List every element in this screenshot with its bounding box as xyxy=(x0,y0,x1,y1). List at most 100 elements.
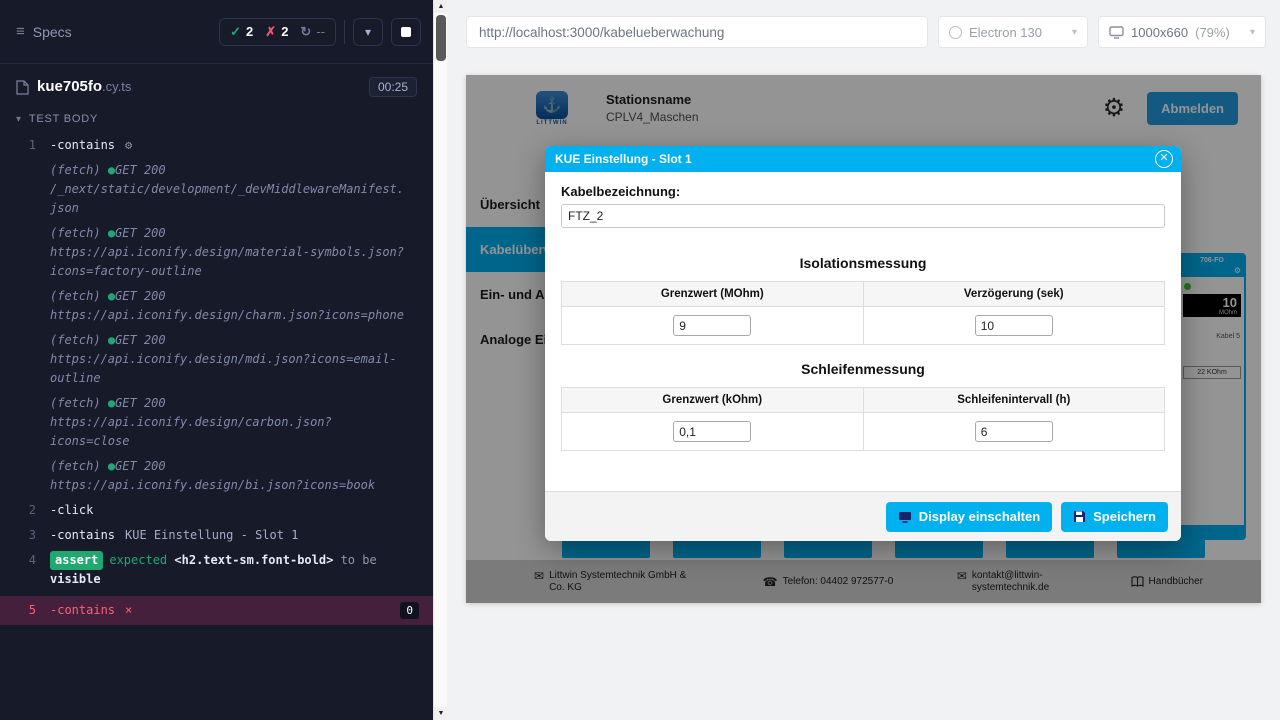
loop-intervall-input[interactable] xyxy=(975,421,1053,442)
assert-badge: assert xyxy=(50,551,103,570)
log-row-fetch[interactable]: (fetch) ●GET 200 https://api.iconify.des… xyxy=(0,454,433,498)
loop-grenzwert-input[interactable] xyxy=(673,421,751,442)
reporter-header: ≡ Specs ✓2 ✗2 ↻-- ▾ xyxy=(0,0,433,64)
assert-element: <h2.text-sm.font-bold> xyxy=(174,553,333,567)
fetch-status: GET 200 xyxy=(115,459,166,473)
section-label: TEST BODY xyxy=(29,113,98,125)
retry-count-badge: 0 xyxy=(400,602,419,619)
test-stats: ✓2 ✗2 ↻-- xyxy=(219,18,336,46)
collapse-button[interactable]: ▾ xyxy=(353,18,383,46)
specs-list-icon: ≡ xyxy=(16,23,25,40)
fetch-url: https://api.iconify.design/charm.json?ic… xyxy=(50,306,405,325)
floppy-save-icon xyxy=(1073,510,1086,523)
log-row-fetch[interactable]: (fetch) ●GET 200 https://api.iconify.des… xyxy=(0,284,433,328)
cypress-reporter: ≡ Specs ✓2 ✗2 ↻-- ▾ kue705fo.cy.ts 00:25… xyxy=(0,0,433,720)
iso-grenzwert-input[interactable] xyxy=(673,315,751,336)
modal-title: KUE Einstellung - Slot 1 xyxy=(555,152,692,166)
fetch-tag: (fetch) xyxy=(50,289,101,303)
log-row-fetch[interactable]: (fetch) ●GET 200 https://api.iconify.des… xyxy=(0,391,433,454)
command-contains-failed: -contains xyxy=(50,601,115,620)
log-row-contains-1[interactable]: 1 -contains ⚙ xyxy=(0,133,433,158)
spec-row[interactable]: kue705fo.cy.ts 00:25 xyxy=(0,64,433,105)
assert-middle: to be xyxy=(341,553,377,567)
fetch-tag: (fetch) xyxy=(50,333,101,347)
viewport-zoom: (79%) xyxy=(1195,25,1230,40)
line-number: 2 xyxy=(0,501,50,520)
status-dot-icon: ● xyxy=(108,333,115,347)
chevron-down-icon: ▾ xyxy=(1072,27,1077,38)
scroll-down-icon[interactable]: ▼ xyxy=(434,707,448,720)
test-body-section[interactable]: ▾ TEST BODY xyxy=(0,105,433,131)
log-row-contains-3[interactable]: 3 -containsKUE Einstellung - Slot 1 xyxy=(0,523,433,548)
loop-heading: Schleifenmessung xyxy=(561,361,1165,377)
spec-extension: .cy.ts xyxy=(102,79,131,94)
fetch-tag: (fetch) xyxy=(50,459,101,473)
stat-pending: ↻-- xyxy=(300,24,325,40)
modal-header: KUE Einstellung - Slot 1 ✕ xyxy=(545,146,1181,172)
fetch-status: GET 200 xyxy=(115,333,166,347)
iso-col-grenzwert: Grenzwert (MOhm) xyxy=(562,282,864,307)
line-number: 3 xyxy=(0,526,50,545)
log-row-assert[interactable]: 4 assertexpected <h2.text-sm.font-bold> … xyxy=(0,548,433,592)
log-row-fetch[interactable]: (fetch) ●GET 200 /_next/static/developme… xyxy=(0,158,433,221)
scroll-up-icon[interactable]: ▲ xyxy=(434,0,448,13)
loop-col-intervall: Schleifenintervall (h) xyxy=(863,388,1165,413)
line-number: 4 xyxy=(0,551,50,589)
kue-settings-modal: KUE Einstellung - Slot 1 ✕ Kabelbezeichn… xyxy=(545,146,1181,541)
line-number: 5 xyxy=(0,601,50,620)
runner-topbar: Electron 130 ▾ 1000x660 (79%) ▾ xyxy=(447,0,1280,64)
iso-col-verzoegerung: Verzögerung (sek) xyxy=(863,282,1165,307)
browser-icon xyxy=(949,26,962,39)
specs-menu[interactable]: ≡ Specs xyxy=(16,23,72,40)
duration-badge: 00:25 xyxy=(369,77,417,97)
log-row-fetch[interactable]: (fetch) ●GET 200 https://api.iconify.des… xyxy=(0,221,433,284)
reporter-scrollbar[interactable]: ▲ ▼ xyxy=(433,0,447,720)
command-log: 1 -contains⚙ (fetch) ●GET 200 /_next/sta… xyxy=(0,131,433,720)
spec-name: kue705fo xyxy=(37,78,102,95)
command-click: -click xyxy=(50,503,93,517)
specs-label: Specs xyxy=(33,24,72,40)
fetch-status: GET 200 xyxy=(115,396,166,410)
cable-designation-input[interactable] xyxy=(561,204,1165,228)
command-argument: KUE Einstellung - Slot 1 xyxy=(125,528,298,542)
chevron-down-icon: ▾ xyxy=(365,25,371,39)
log-row-click[interactable]: 2 -click xyxy=(0,498,433,523)
status-dot-icon: ● xyxy=(108,163,115,177)
isolation-table: Grenzwert (MOhm) Verzögerung (sek) xyxy=(561,281,1165,345)
status-dot-icon: ● xyxy=(108,396,115,410)
status-dot-icon: ● xyxy=(108,289,115,303)
isolation-heading: Isolationsmessung xyxy=(561,255,1165,271)
assert-state: visible xyxy=(50,572,101,586)
fetch-url: /_next/static/development/_devMiddleware… xyxy=(50,180,405,218)
fetch-url: https://api.iconify.design/carbon.json?i… xyxy=(50,413,405,451)
aut-panel: Electron 130 ▾ 1000x660 (79%) ▾ ⚓ LITTWI… xyxy=(447,0,1280,720)
iso-verzoegerung-input[interactable] xyxy=(975,315,1053,336)
viewport-size: 1000x660 xyxy=(1131,25,1188,40)
save-button[interactable]: Speichern xyxy=(1061,502,1168,532)
cable-designation-label: Kabelbezeichnung: xyxy=(561,184,1165,199)
display-on-button[interactable]: Display einschalten xyxy=(886,502,1052,532)
fetch-status: GET 200 xyxy=(115,163,166,177)
gear-icon: ⚙ xyxy=(125,138,132,152)
loop-col-grenzwert: Grenzwert (kOhm) xyxy=(562,388,864,413)
fetch-tag: (fetch) xyxy=(50,226,101,240)
fetch-status: GET 200 xyxy=(115,289,166,303)
scrollbar-thumb[interactable] xyxy=(436,15,446,61)
line-number: 1 xyxy=(0,136,50,155)
fetch-url: https://api.iconify.design/mdi.json?icon… xyxy=(50,350,405,388)
fail-x-icon: × xyxy=(125,601,132,620)
fetch-tag: (fetch) xyxy=(50,163,101,177)
log-row-contains-failed[interactable]: 5 -contains × 0 xyxy=(0,596,433,625)
viewport-select[interactable]: 1000x660 (79%) ▾ xyxy=(1098,16,1266,48)
fetch-status: GET 200 xyxy=(115,226,166,240)
browser-select[interactable]: Electron 130 ▾ xyxy=(938,16,1088,48)
stop-button[interactable] xyxy=(391,18,421,46)
status-dot-icon: ● xyxy=(108,226,115,240)
command-contains: -contains xyxy=(50,138,115,152)
loop-table: Grenzwert (kOhm) Schleifenintervall (h) xyxy=(561,387,1165,451)
url-input[interactable] xyxy=(466,16,928,48)
close-icon[interactable]: ✕ xyxy=(1155,150,1173,168)
assert-expected: expected xyxy=(109,553,167,567)
log-row-fetch[interactable]: (fetch) ●GET 200 https://api.iconify.des… xyxy=(0,328,433,391)
divider xyxy=(344,20,345,44)
